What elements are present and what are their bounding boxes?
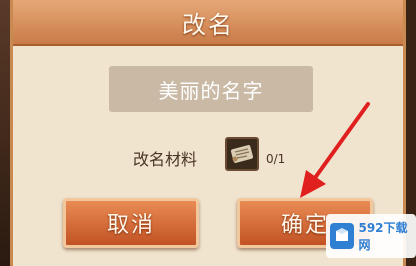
name-input[interactable]: 美丽的名字 bbox=[109, 66, 313, 112]
dialog-title: 改名 bbox=[182, 10, 234, 39]
material-count: 0/1 bbox=[266, 152, 286, 166]
cancel-button-label: 取消 bbox=[106, 213, 155, 238]
box-logo-icon bbox=[330, 223, 355, 249]
name-input-value: 美丽的名字 bbox=[158, 78, 264, 103]
watermark-text: 592下载网 bbox=[358, 221, 408, 252]
scroll-icon[interactable] bbox=[225, 137, 259, 171]
dialog-title-bar: 改名 bbox=[13, 0, 403, 46]
material-label: 改名材料 bbox=[133, 150, 198, 169]
site-watermark: 592下载网 bbox=[326, 214, 416, 258]
confirm-button-label: 确定 bbox=[280, 213, 329, 238]
cancel-button[interactable]: 取消 bbox=[63, 198, 199, 248]
background-edge bbox=[0, 0, 10, 266]
